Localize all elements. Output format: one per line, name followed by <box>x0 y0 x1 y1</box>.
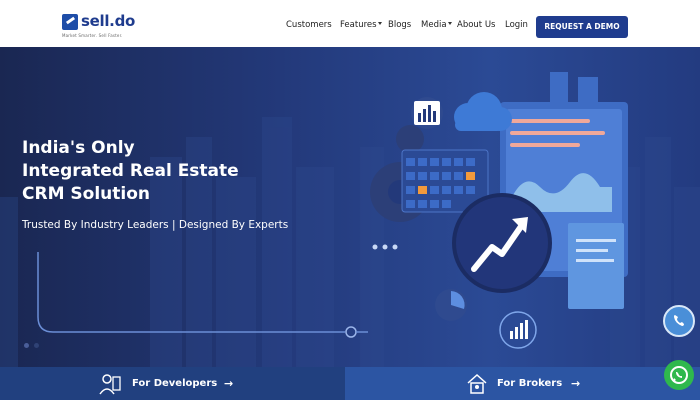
circuit-node <box>345 326 357 338</box>
audience-bar: For Developers → For Brokers → <box>0 367 700 400</box>
document-card <box>568 223 624 309</box>
carousel-dot[interactable] <box>24 343 29 348</box>
arrow-right-icon: → <box>224 377 234 390</box>
nav-features[interactable]: Features <box>340 20 382 30</box>
arrow-right-icon: → <box>571 377 581 390</box>
whatsapp-icon <box>670 366 688 384</box>
logo-text: sell.do <box>81 12 136 30</box>
growth-arrow-icon <box>452 193 552 293</box>
phone-icon <box>674 315 684 326</box>
nav-blogs[interactable]: Blogs <box>388 20 411 30</box>
bar-chart-icon <box>411 97 443 129</box>
nav-login[interactable]: Login <box>505 20 528 30</box>
hero-title-line: India's Only <box>22 138 135 158</box>
for-developers-button[interactable]: For Developers → <box>0 367 345 400</box>
request-demo-button[interactable]: REQUEST A DEMO <box>536 16 628 38</box>
nav-features-label: Features <box>340 20 377 30</box>
nav-media[interactable]: Media <box>421 20 452 30</box>
for-brokers-button[interactable]: For Brokers → <box>345 367 700 400</box>
pie-chart-icon <box>435 289 467 321</box>
hero-subtitle: Trusted By Industry Leaders | Designed B… <box>22 219 289 231</box>
logo-mark-icon <box>62 14 78 30</box>
whatsapp-button[interactable] <box>664 360 694 390</box>
developers-icon <box>99 374 121 395</box>
call-button[interactable] <box>663 305 695 337</box>
hero-title-line: CRM Solution <box>22 184 150 204</box>
cloud-icon <box>454 92 512 131</box>
site-header: sell.do Market Smarter. Sell Faster. Cus… <box>0 0 700 47</box>
ellipsis-dots <box>372 244 398 250</box>
for-developers-label: For Developers <box>132 378 218 389</box>
logo-tagline: Market Smarter. Sell Faster. <box>62 33 123 38</box>
sell-do-logo[interactable]: sell.do Market Smarter. Sell Faster. <box>62 12 142 42</box>
nav-about[interactable]: About Us <box>457 20 495 30</box>
hero-title: India's Only Integrated Real Estate CRM … <box>22 137 262 206</box>
brokers-icon <box>467 373 487 394</box>
hero-illustration <box>0 72 700 367</box>
for-brokers-label: For Brokers <box>497 378 563 389</box>
nav-media-label: Media <box>421 20 447 30</box>
growth-chart-icon <box>499 311 537 349</box>
caret-down-icon <box>377 22 382 25</box>
nav-customers[interactable]: Customers <box>286 20 332 30</box>
hero-banner: India's Only Integrated Real Estate CRM … <box>0 47 700 367</box>
caret-down-icon <box>447 22 452 25</box>
hero-title-line: Integrated Real Estate <box>22 161 239 181</box>
carousel-dot[interactable] <box>34 343 39 348</box>
